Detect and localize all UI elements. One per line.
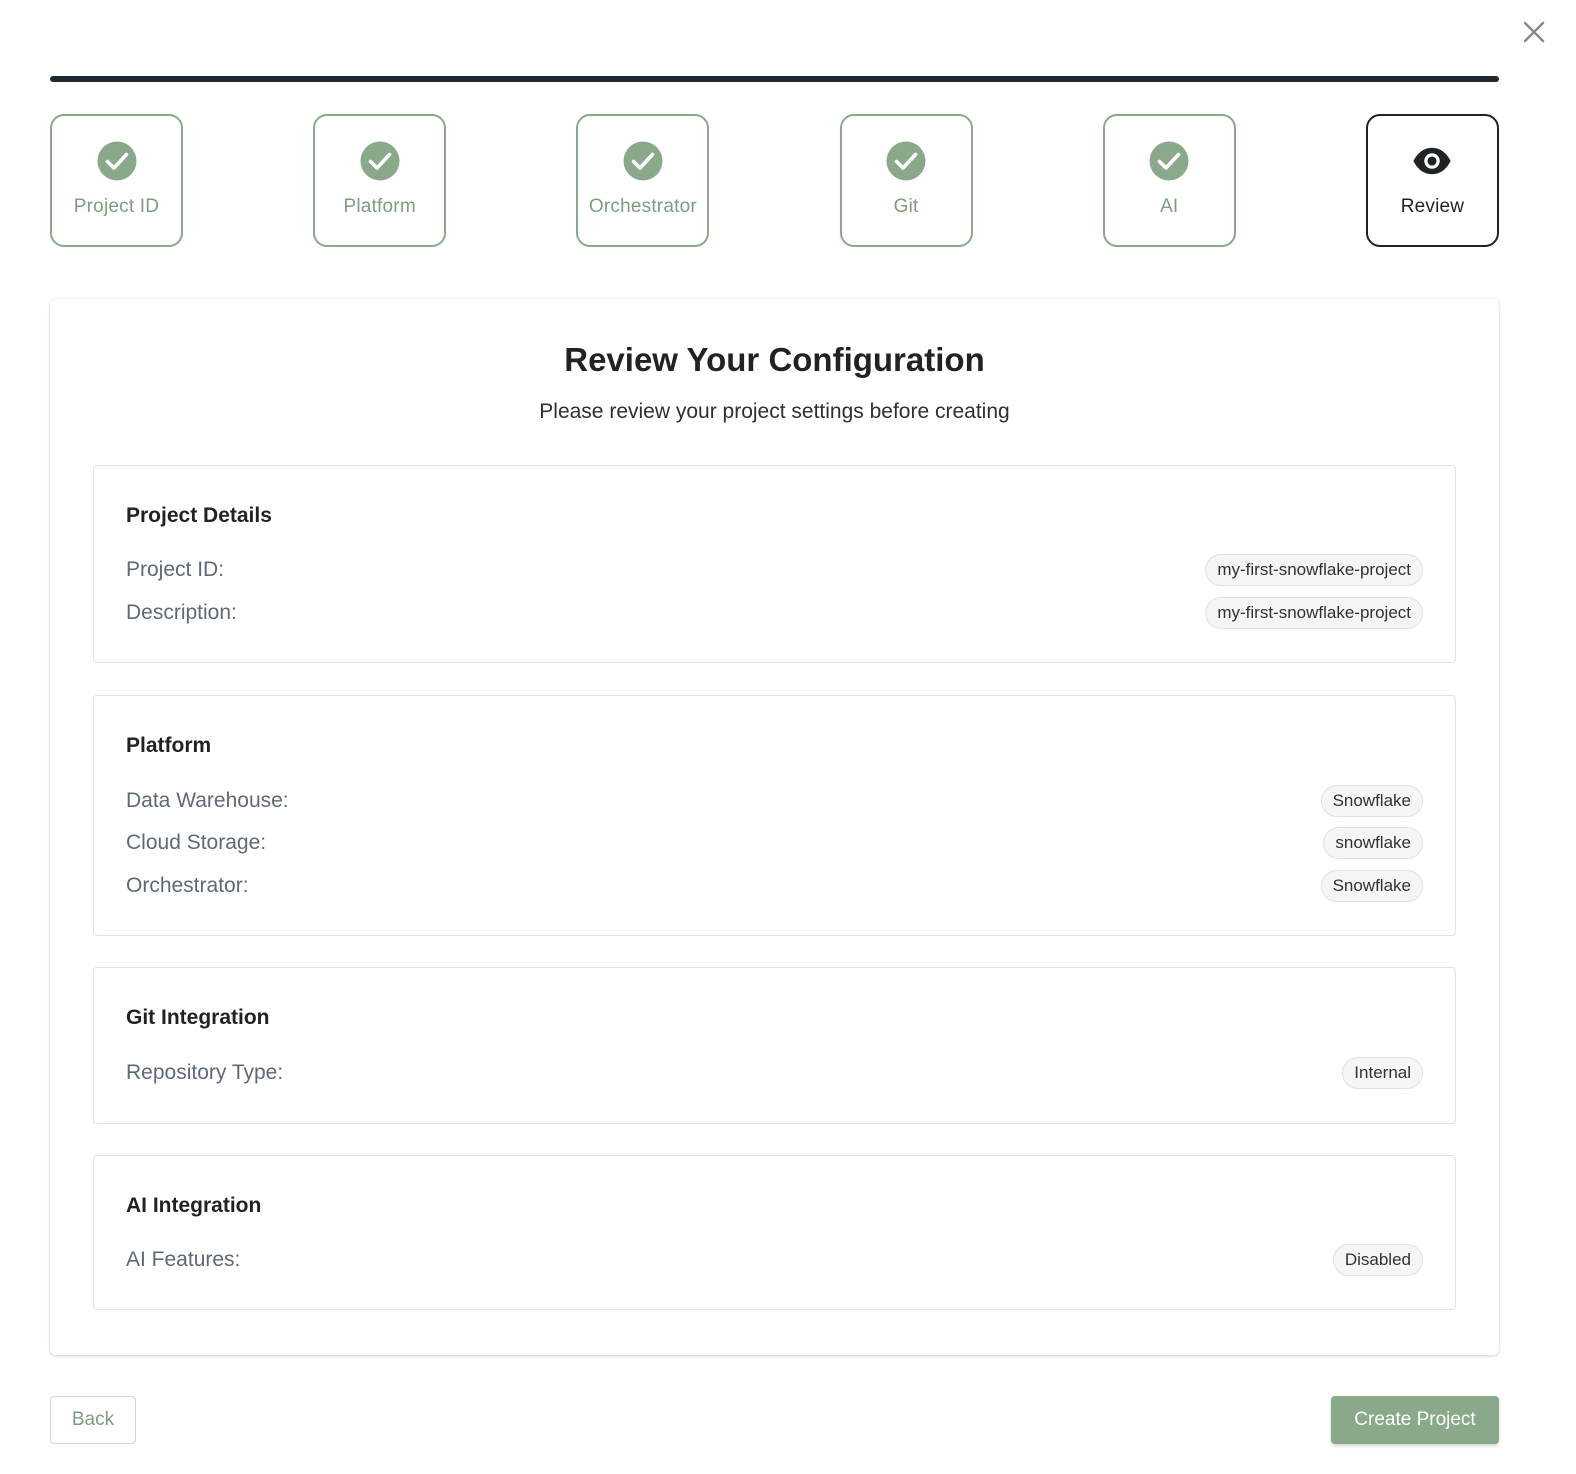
section-project-details: Project Details Project ID: my-first-sno… xyxy=(93,465,1456,663)
step-label: AI xyxy=(1160,196,1179,217)
row-label: Repository Type: xyxy=(126,1061,284,1084)
section-title: AI Integration xyxy=(126,1194,262,1217)
check-circle-icon xyxy=(886,141,926,181)
step-label: Platform xyxy=(343,196,416,217)
row-value-badge: Internal xyxy=(1342,1057,1423,1089)
row-value-badge: my-first-snowflake-project xyxy=(1205,597,1423,629)
row-value-badge: Snowflake xyxy=(1320,785,1423,817)
check-circle-icon xyxy=(97,141,136,181)
page-subtitle: Please review your project settings befo… xyxy=(539,400,1010,423)
row-value-badge: Snowflake xyxy=(1320,870,1423,902)
section-git-integration: Git Integration Repository Type: Interna… xyxy=(93,967,1456,1124)
eye-icon xyxy=(1413,147,1452,175)
review-card: Review Your Configuration Please review … xyxy=(50,299,1499,1355)
step-label: Orchestrator xyxy=(588,196,697,217)
row-data-warehouse: Data Warehouse: Snowflake xyxy=(126,785,1423,817)
section-platform: Platform Data Warehouse: Snowflake Cloud… xyxy=(93,695,1456,936)
step-review[interactable]: Review xyxy=(1365,114,1499,247)
step-project-id[interactable]: Project ID xyxy=(50,114,183,247)
progress-bar xyxy=(50,76,1499,82)
row-orchestrator: Orchestrator: Snowflake xyxy=(126,870,1423,902)
check-circle-icon xyxy=(1149,141,1189,181)
step-orchestrator[interactable]: Orchestrator xyxy=(576,114,710,247)
step-ai[interactable]: AI xyxy=(1102,114,1236,247)
section-title: Platform xyxy=(126,734,212,757)
close-button[interactable] xyxy=(1520,18,1548,46)
row-description: Description: my-first-snowflake-project xyxy=(126,597,1423,629)
check-circle-icon xyxy=(360,141,400,181)
back-button[interactable]: Back xyxy=(50,1396,136,1444)
row-cloud-storage: Cloud Storage: snowflake xyxy=(126,827,1423,859)
row-value-badge: snowflake xyxy=(1323,827,1423,859)
row-label: AI Features: xyxy=(126,1248,241,1271)
step-label: Project ID xyxy=(73,196,160,217)
close-icon xyxy=(1523,21,1545,43)
row-ai-features: AI Features: Disabled xyxy=(126,1244,1423,1276)
row-label: Orchestrator: xyxy=(126,874,249,897)
row-value-badge: my-first-snowflake-project xyxy=(1205,554,1423,586)
section-ai-integration: AI Integration AI Features: Disabled xyxy=(93,1155,1456,1310)
row-repository-type: Repository Type: Internal xyxy=(126,1057,1423,1089)
step-platform[interactable]: Platform xyxy=(313,114,447,247)
row-label: Description: xyxy=(126,601,237,624)
section-title: Git Integration xyxy=(126,1006,270,1029)
create-project-button[interactable]: Create Project xyxy=(1331,1396,1499,1444)
section-title: Project Details xyxy=(126,504,272,527)
row-label: Data Warehouse: xyxy=(126,789,289,812)
row-project-id: Project ID: my-first-snowflake-project xyxy=(126,554,1423,586)
row-label: Project ID: xyxy=(126,558,225,581)
page-title: Review Your Configuration xyxy=(564,341,985,378)
step-git[interactable]: Git xyxy=(839,114,973,247)
step-label: Review xyxy=(1400,196,1465,217)
row-label: Cloud Storage: xyxy=(126,831,267,854)
check-circle-icon xyxy=(623,141,663,181)
row-value-badge: Disabled xyxy=(1332,1244,1423,1276)
stepper: Project ID Platform Orchestrator Git AI xyxy=(50,114,1499,247)
step-label: Git xyxy=(893,196,919,217)
